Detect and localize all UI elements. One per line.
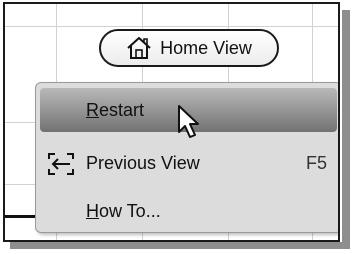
menu-item-label: Previous View	[86, 152, 200, 173]
viewport[interactable]: Home View Restart Previous View F5 How T…	[3, 2, 340, 242]
menu-item-previous-view[interactable]: Previous View F5	[40, 141, 337, 185]
mnemonic-letter: H	[86, 200, 99, 221]
frame-shadow-bottom	[10, 242, 350, 249]
mnemonic-letter: R	[86, 99, 99, 120]
menu-item-label: estart	[99, 99, 145, 120]
grid-line	[5, 26, 338, 27]
menu-item-how-to[interactable]: How To...	[40, 193, 337, 229]
home-view-button[interactable]: Home View	[99, 29, 279, 67]
shortcut-label: F5	[305, 152, 327, 173]
home-view-label: Home View	[160, 37, 252, 58]
frame-shadow-right	[342, 10, 350, 248]
mouse-pointer-icon	[177, 104, 203, 145]
previous-view-icon	[46, 151, 76, 182]
house-icon	[126, 36, 152, 60]
menu-item-label: ow To...	[99, 200, 161, 221]
